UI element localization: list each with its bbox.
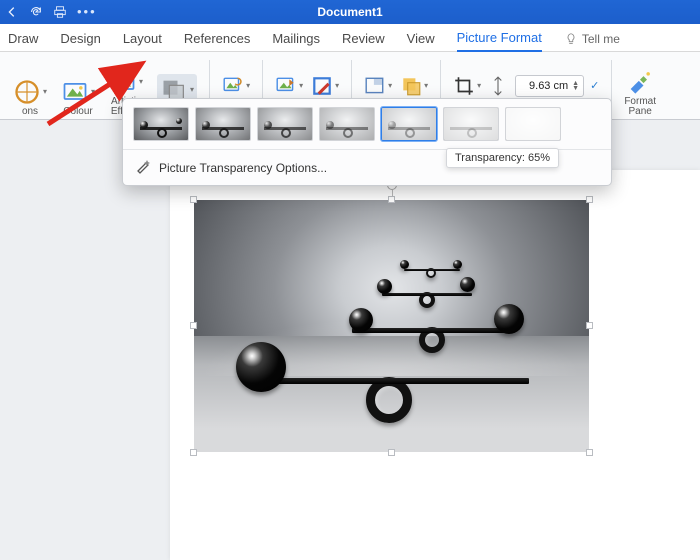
picture-styles-button[interactable]: ▾ — [275, 75, 303, 97]
styles-icon — [275, 75, 297, 97]
title-bar: ••• Document1 — [0, 0, 700, 24]
format-pane-button[interactable]: Format Pane — [619, 55, 661, 117]
crop-button[interactable]: ▾ — [453, 75, 481, 97]
preset-1[interactable] — [195, 107, 251, 141]
tab-picture-format[interactable]: Picture Format — [457, 30, 542, 52]
preset-2[interactable] — [257, 107, 313, 141]
border-icon — [311, 75, 333, 97]
resize-handle-bl[interactable] — [190, 449, 197, 456]
corrections-label: ons — [22, 107, 38, 117]
reset-picture-icon — [222, 75, 244, 97]
reset-picture-button[interactable]: ▾ — [222, 75, 250, 97]
resize-handle-bm[interactable] — [388, 449, 395, 456]
arrange-group: ▾ ▾ — [359, 75, 433, 97]
resize-handle-tm[interactable] — [388, 196, 395, 203]
tab-mailings[interactable]: Mailings — [272, 31, 320, 51]
tab-layout[interactable]: Layout — [123, 31, 162, 51]
annotation-arrow — [44, 58, 154, 128]
selected-image[interactable] — [194, 200, 589, 452]
preset-4[interactable] — [381, 107, 437, 141]
format-pane-label: Format Pane — [624, 97, 656, 117]
format-pane-icon — [626, 68, 654, 96]
tab-draw[interactable]: Draw — [8, 31, 38, 51]
qat-overflow-icon[interactable]: ••• — [77, 7, 97, 17]
transparency-tooltip: Transparency: 65% — [446, 148, 559, 168]
tab-review[interactable]: Review — [342, 31, 385, 51]
image-content — [194, 200, 589, 452]
print-icon[interactable] — [53, 5, 67, 19]
wand-icon — [135, 158, 151, 177]
transparency-presets — [123, 99, 611, 149]
styles-group: ▾ ▾ — [270, 75, 344, 97]
size-group: ▾ 9.63 cm ▲▼ ✓ — [448, 75, 604, 97]
preset-5[interactable] — [443, 107, 499, 141]
crop-icon — [453, 75, 475, 97]
document-title: Document1 — [317, 5, 382, 19]
resize-handle-mr[interactable] — [586, 322, 593, 329]
bring-forward-button[interactable]: ▾ — [400, 75, 428, 97]
resize-handle-tl[interactable] — [190, 196, 197, 203]
tell-me-label: Tell me — [582, 32, 620, 46]
tab-view[interactable]: View — [407, 31, 435, 51]
height-icon — [487, 75, 509, 97]
resize-handle-ml[interactable] — [190, 322, 197, 329]
size-dialog-check[interactable]: ✓ — [590, 79, 599, 92]
transparency-options-label: Picture Transparency Options... — [159, 161, 327, 175]
tell-me[interactable]: Tell me — [564, 31, 620, 51]
spin-buttons[interactable]: ▲▼ — [572, 81, 579, 91]
resize-handle-tr[interactable] — [586, 196, 593, 203]
tab-design[interactable]: Design — [60, 31, 100, 51]
preset-6[interactable] — [505, 107, 561, 141]
preset-3[interactable] — [319, 107, 375, 141]
position-button[interactable]: ▾ — [364, 75, 392, 97]
redo-icon[interactable] — [29, 5, 43, 19]
transparency-gallery: Picture Transparency Options... — [122, 98, 612, 186]
height-input[interactable]: 9.63 cm ▲▼ — [515, 75, 584, 97]
position-icon — [364, 75, 386, 97]
corrections-icon — [13, 78, 41, 106]
bulb-icon — [564, 31, 578, 46]
resize-handle-br[interactable] — [586, 449, 593, 456]
picture-tools-group: ▾ — [217, 75, 255, 97]
picture-border-button[interactable]: ▾ — [311, 75, 339, 97]
arrange-icon — [400, 75, 422, 97]
ribbon-tabs: Draw Design Layout References Mailings R… — [0, 24, 700, 52]
height-value: 9.63 cm — [520, 80, 568, 92]
tab-references[interactable]: References — [184, 31, 250, 51]
undo-dropdown-icon[interactable] — [5, 5, 19, 19]
